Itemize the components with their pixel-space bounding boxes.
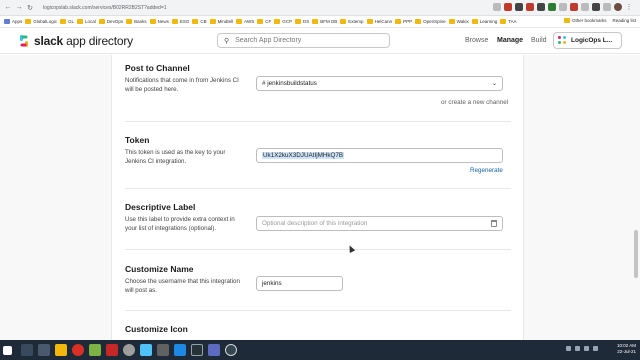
- bookmark-item[interactable]: DS: [295, 19, 309, 24]
- forward-icon[interactable]: →: [15, 4, 23, 11]
- bookmark-item[interactable]: HelCann: [366, 19, 392, 24]
- extension-icon[interactable]: [570, 3, 578, 11]
- network-icon[interactable]: [584, 346, 589, 351]
- extension-icon[interactable]: [537, 3, 545, 11]
- tray-icon[interactable]: [566, 346, 571, 351]
- bookmark-item[interactable]: BFM DB: [312, 19, 337, 24]
- profile-avatar[interactable]: [614, 3, 622, 11]
- bookmark-item[interactable]: AWS: [236, 19, 254, 24]
- bookmark-item[interactable]: GL: [60, 19, 74, 24]
- username-input[interactable]: jenkins: [256, 276, 343, 291]
- bookmark-item[interactable]: Mindtell: [209, 19, 233, 24]
- tray-icon[interactable]: [575, 346, 580, 351]
- nav-build[interactable]: Build: [531, 37, 547, 44]
- section-desc-token: This token is used as the key to your Je…: [125, 149, 226, 165]
- url-field[interactable]: logicopslab.slack.com/services/B02RR2B2S…: [43, 5, 283, 11]
- app-icon[interactable]: [106, 344, 118, 356]
- bookmark-apps[interactable]: Apps: [4, 19, 22, 24]
- extension-icon[interactable]: [515, 3, 523, 11]
- app-icon[interactable]: [208, 344, 220, 356]
- extension-icons: ⋮: [493, 3, 636, 11]
- bookmark-item[interactable]: ESG: [171, 19, 189, 24]
- menu-icon[interactable]: ⋮: [625, 3, 633, 11]
- clock[interactable]: 10:02 AM 22-Jul-21: [617, 343, 636, 356]
- bookmark-item[interactable]: Local: [77, 19, 96, 24]
- app-icon[interactable]: [123, 344, 135, 356]
- app-icon[interactable]: [191, 344, 203, 356]
- slack-logo[interactable]: slack app directory: [18, 34, 133, 48]
- regenerate-link[interactable]: Regenerate: [470, 167, 503, 174]
- vscode-icon[interactable]: [174, 344, 186, 356]
- section-title-icon: Customize Icon: [125, 324, 188, 334]
- app-icon[interactable]: [157, 344, 169, 356]
- bookmark-item[interactable]: Learning: [471, 19, 497, 24]
- bookmark-item[interactable]: Banks: [126, 19, 147, 24]
- page-scrollbar[interactable]: [634, 230, 638, 278]
- reload-icon[interactable]: ↻: [26, 4, 34, 12]
- extension-icon[interactable]: [548, 3, 556, 11]
- volume-icon[interactable]: [593, 346, 598, 351]
- divider: [125, 121, 511, 122]
- section-title-name: Customize Name: [125, 264, 194, 274]
- bookmark-item[interactable]: GlobalLogic: [25, 19, 57, 24]
- extension-icon[interactable]: [526, 3, 534, 11]
- task-view-icon[interactable]: [38, 344, 50, 356]
- section-desc-label: Use this label to provide extra context …: [125, 216, 235, 232]
- back-icon[interactable]: ←: [4, 4, 12, 11]
- file-explorer-icon[interactable]: [55, 344, 67, 356]
- section-desc-channel: Notifications that come in from Jenkins …: [125, 77, 239, 93]
- workspace-logo-icon: [557, 35, 568, 46]
- trash-icon[interactable]: [491, 220, 497, 227]
- chrome-icon[interactable]: [72, 344, 84, 356]
- extension-icon[interactable]: [504, 3, 512, 11]
- slack-logo-icon: [18, 35, 30, 47]
- create-channel-link[interactable]: or create a new channel: [441, 99, 508, 106]
- divider: [125, 310, 511, 311]
- channel-select[interactable]: # jenkinsbuildstatus ⌄: [256, 76, 503, 91]
- search-icon[interactable]: [21, 344, 33, 356]
- search-icon: ⚲: [224, 37, 230, 45]
- app-icon[interactable]: [140, 344, 152, 356]
- extension-icon[interactable]: [559, 3, 567, 11]
- section-desc-name: Choose the username that this integratio…: [125, 278, 240, 294]
- section-title-token: Token: [125, 135, 150, 145]
- bookmarks-bar: Apps GlobalLogic GL Local DevOps Banks N…: [0, 16, 640, 28]
- notepad-icon[interactable]: [89, 344, 101, 356]
- bookmark-item[interactable]: DevOps: [98, 19, 123, 24]
- bookmark-item[interactable]: CF: [257, 19, 271, 24]
- bookmark-item[interactable]: PPP: [395, 19, 412, 24]
- section-title-channel: Post to Channel: [125, 63, 190, 73]
- section-title-label: Descriptive Label: [125, 202, 196, 212]
- bookmark-item[interactable]: GCP: [274, 19, 292, 24]
- bookmark-item[interactable]: Wakix: [448, 19, 469, 24]
- bookmark-other[interactable]: Other bookmarks: [563, 18, 606, 23]
- settings-card: Post to Channel Notifications that come …: [111, 55, 524, 340]
- bookmark-item[interactable]: CB: [192, 19, 207, 24]
- bookmark-item[interactable]: News: [149, 19, 169, 24]
- taskbar: 10:02 AM 22-Jul-21: [0, 340, 640, 360]
- extension-icon[interactable]: [581, 3, 589, 11]
- workspace-switcher[interactable]: LogicOps L...: [553, 32, 622, 49]
- token-field[interactable]: Uk1X2kuX3DJUAtIjMHkQ7B: [256, 148, 503, 163]
- windows-start-icon[interactable]: [3, 345, 12, 355]
- extension-icon[interactable]: [592, 3, 600, 11]
- bookmark-item[interactable]: OpenSpine: [415, 19, 446, 24]
- puzzle-icon[interactable]: [603, 3, 611, 11]
- extension-icon[interactable]: [493, 3, 501, 11]
- bookmark-item[interactable]: TAA: [500, 19, 517, 24]
- chevron-down-icon: ⌄: [491, 81, 497, 87]
- descriptive-label-input[interactable]: Optional description of this integration: [256, 216, 503, 231]
- nav-manage[interactable]: Manage: [497, 37, 523, 44]
- system-tray: [566, 346, 598, 351]
- app-icon[interactable]: [225, 344, 237, 356]
- search-input[interactable]: ⚲ Search App Directory: [217, 33, 390, 48]
- bookmark-item[interactable]: Extemp: [340, 19, 364, 24]
- nav-browse[interactable]: Browse: [465, 37, 488, 44]
- browser-address-bar: ← → ↻ logicopslab.slack.com/services/B02…: [0, 0, 640, 16]
- bookmark-reading-list[interactable]: Reading list: [612, 18, 636, 23]
- divider: [125, 188, 511, 189]
- divider: [125, 249, 511, 250]
- app-header: slack app directory ⚲ Search App Directo…: [0, 28, 640, 54]
